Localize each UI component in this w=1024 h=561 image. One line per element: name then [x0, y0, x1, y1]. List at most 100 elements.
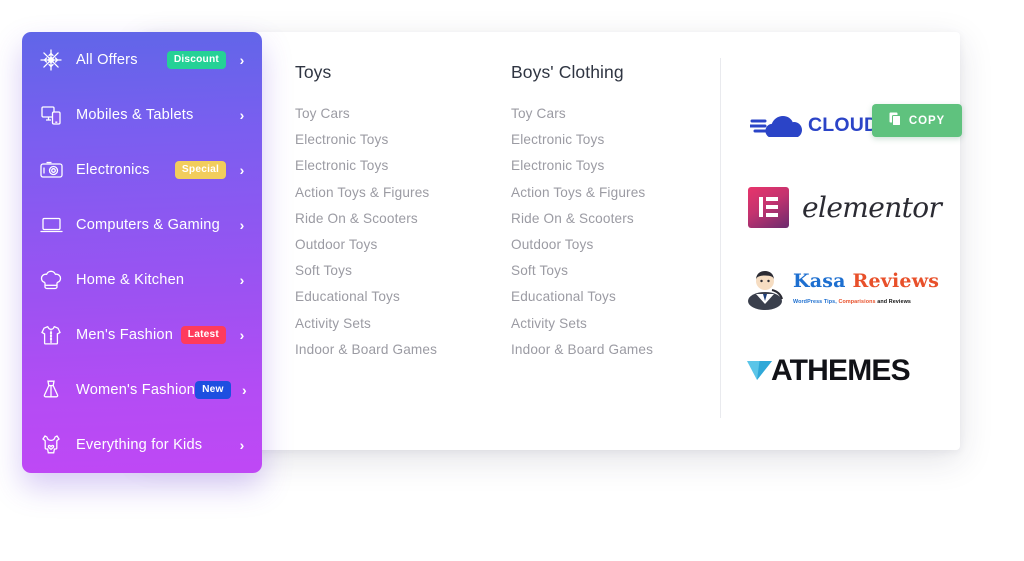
list-item: Ride On & Scooters [295, 210, 511, 228]
menu-link-outdoor-toys[interactable]: Outdoor Toys [295, 237, 377, 252]
menu-link-outdoor-toys-b[interactable]: Outdoor Toys [511, 237, 593, 252]
camera-icon [38, 160, 64, 180]
copy-button[interactable]: COPY [872, 104, 962, 137]
kasa-wordmark-block: Kasa Reviews WordPress Tips, Comparision… [793, 270, 960, 307]
menu-link-ride-on-scooters[interactable]: Ride On & Scooters [295, 211, 418, 226]
kasa-tagline: WordPress Tips, Comparisions and Reviews [793, 299, 911, 305]
link-list-toys: Toy Cars Electronic Toys Electronic Toys… [295, 105, 511, 359]
list-item: Outdoor Toys [295, 236, 511, 254]
sidebar-item-label: Mobiles & Tablets [76, 106, 194, 123]
menu-link-educational-toys-b[interactable]: Educational Toys [511, 289, 616, 304]
athemes-wordmark: ATHEMES [771, 354, 911, 387]
list-item: Indoor & Board Games [295, 341, 511, 359]
menu-link-electronic-toys-2[interactable]: Electronic Toys [295, 158, 388, 173]
list-item: Outdoor Toys [511, 236, 720, 254]
chevron-right-icon: › [239, 271, 245, 288]
menu-link-indoor-board-games-b[interactable]: Indoor & Board Games [511, 342, 653, 357]
list-item: Toy Cars [295, 105, 511, 123]
screen: Toys Toy Cars Electronic Toys Electronic… [0, 0, 1024, 561]
badge-discount: Discount [166, 50, 226, 69]
menu-link-activity-sets-b[interactable]: Activity Sets [511, 316, 587, 331]
menu-link-indoor-board-games[interactable]: Indoor & Board Games [295, 342, 437, 357]
column-title-toys: Toys [295, 62, 332, 82]
clipboard-copy-icon [889, 112, 902, 129]
elementor-mark-icon [748, 186, 789, 228]
brand-logo-kasa-reviews[interactable]: Kasa Reviews WordPress Tips, Comparision… [742, 248, 960, 330]
chevron-right-icon: › [239, 106, 245, 123]
kasa-tagline-part1: WordPress Tips, [793, 298, 837, 305]
sidebar-item-mobiles-tablets[interactable]: Mobiles & Tablets › [22, 87, 262, 142]
chef-hat-icon [38, 269, 64, 291]
link-column-boys-clothing: Boys' Clothing Toy Cars Electronic Toys … [511, 62, 720, 450]
kasa-word-reviews: Reviews [852, 269, 940, 292]
sidebar-item-label: Men's Fashion [76, 327, 174, 344]
sidebar-item-computers-gaming[interactable]: Computers & Gaming › [22, 197, 262, 252]
list-item: Action Toys & Figures [511, 184, 720, 202]
list-item: Soft Toys [295, 262, 511, 280]
list-item: Soft Toys [511, 262, 720, 280]
kasa-tagline-part3: and Reviews [877, 298, 911, 305]
badge-new: New [195, 381, 231, 400]
list-item: Electronic Toys [511, 157, 720, 175]
menu-link-soft-toys-b[interactable]: Soft Toys [511, 263, 568, 278]
column-title-boys-clothing: Boys' Clothing [511, 62, 624, 82]
list-item: Educational Toys [511, 288, 720, 306]
list-item: Educational Toys [295, 288, 511, 306]
list-item: Indoor & Board Games [511, 341, 720, 359]
list-item: Electronic Toys [511, 131, 720, 149]
sidebar-item-label: Everything for Kids [76, 437, 203, 454]
sidebar-item-mens-fashion[interactable]: Men's Fashion Latest › [22, 307, 262, 362]
sidebar-item-label: Computers & Gaming [76, 216, 220, 233]
menu-link-educational-toys[interactable]: Educational Toys [295, 289, 400, 304]
sidebar-item-label: All Offers [76, 51, 138, 68]
sidebar-item-label: Electronics [76, 161, 150, 178]
sidebar-item-label: Home & Kitchen [76, 271, 185, 288]
brand-logo-athemes[interactable]: ATHEMES [742, 330, 960, 412]
menu-link-toy-cars-b[interactable]: Toy Cars [511, 106, 566, 121]
menu-link-toy-cars[interactable]: Toy Cars [295, 106, 350, 121]
chevron-right-icon: › [239, 161, 245, 178]
baby-onesie-icon [38, 434, 64, 456]
devices-icon [38, 104, 64, 126]
chevron-right-icon: › [239, 51, 245, 68]
snowflake-icon [38, 48, 64, 71]
list-item: Activity Sets [511, 315, 720, 333]
chevron-right-icon: › [241, 382, 247, 399]
athemes-triangle-icon [746, 355, 772, 388]
link-list-boys-clothing: Toy Cars Electronic Toys Electronic Toys… [511, 105, 720, 359]
list-item: Activity Sets [295, 315, 511, 333]
link-columns: Toys Toy Cars Electronic Toys Electronic… [295, 32, 720, 450]
chevron-right-icon: › [239, 327, 245, 344]
kasa-tagline-part2: Comparisions [838, 298, 876, 305]
menu-link-action-toys-figures[interactable]: Action Toys & Figures [295, 185, 429, 200]
sidebar-item-home-kitchen[interactable]: Home & Kitchen › [22, 252, 262, 307]
menu-link-electronic-toys-1[interactable]: Electronic Toys [295, 132, 388, 147]
column-divider [720, 58, 721, 418]
menu-link-electronic-toys-b1[interactable]: Electronic Toys [511, 132, 604, 147]
list-item: Electronic Toys [295, 157, 511, 175]
shirt-icon [38, 324, 64, 346]
kasa-mascot-icon [744, 268, 788, 310]
badge-latest: Latest [180, 326, 226, 345]
menu-link-ride-on-scooters-b[interactable]: Ride On & Scooters [511, 211, 634, 226]
list-item: Toy Cars [511, 105, 720, 123]
kasa-word-kasa: Kasa [793, 269, 846, 292]
menu-link-soft-toys[interactable]: Soft Toys [295, 263, 352, 278]
sidebar-item-womens-fashion[interactable]: Women's Fashion New › [22, 363, 262, 418]
kasa-wordmark: Kasa Reviews [793, 270, 939, 292]
elementor-wordmark: elementor [802, 190, 942, 224]
sidebar-item-all-offers[interactable]: All Offers Discount › [22, 32, 262, 87]
brand-logo-elementor[interactable]: elementor [742, 166, 960, 248]
sidebar-item-label: Women's Fashion [76, 382, 196, 399]
menu-link-action-toys-figures-b[interactable]: Action Toys & Figures [511, 185, 645, 200]
copy-button-label: COPY [908, 114, 946, 127]
link-column-toys: Toys Toy Cars Electronic Toys Electronic… [295, 62, 511, 450]
menu-link-electronic-toys-b2[interactable]: Electronic Toys [511, 158, 604, 173]
badge-special: Special [174, 160, 226, 179]
sidebar-item-electronics[interactable]: Electronics Special › [22, 142, 262, 197]
chevron-right-icon: › [239, 216, 245, 233]
menu-link-activity-sets[interactable]: Activity Sets [295, 316, 371, 331]
list-item: Action Toys & Figures [295, 184, 511, 202]
dress-icon [38, 379, 64, 401]
sidebar-item-everything-for-kids[interactable]: Everything for Kids › [22, 418, 262, 473]
